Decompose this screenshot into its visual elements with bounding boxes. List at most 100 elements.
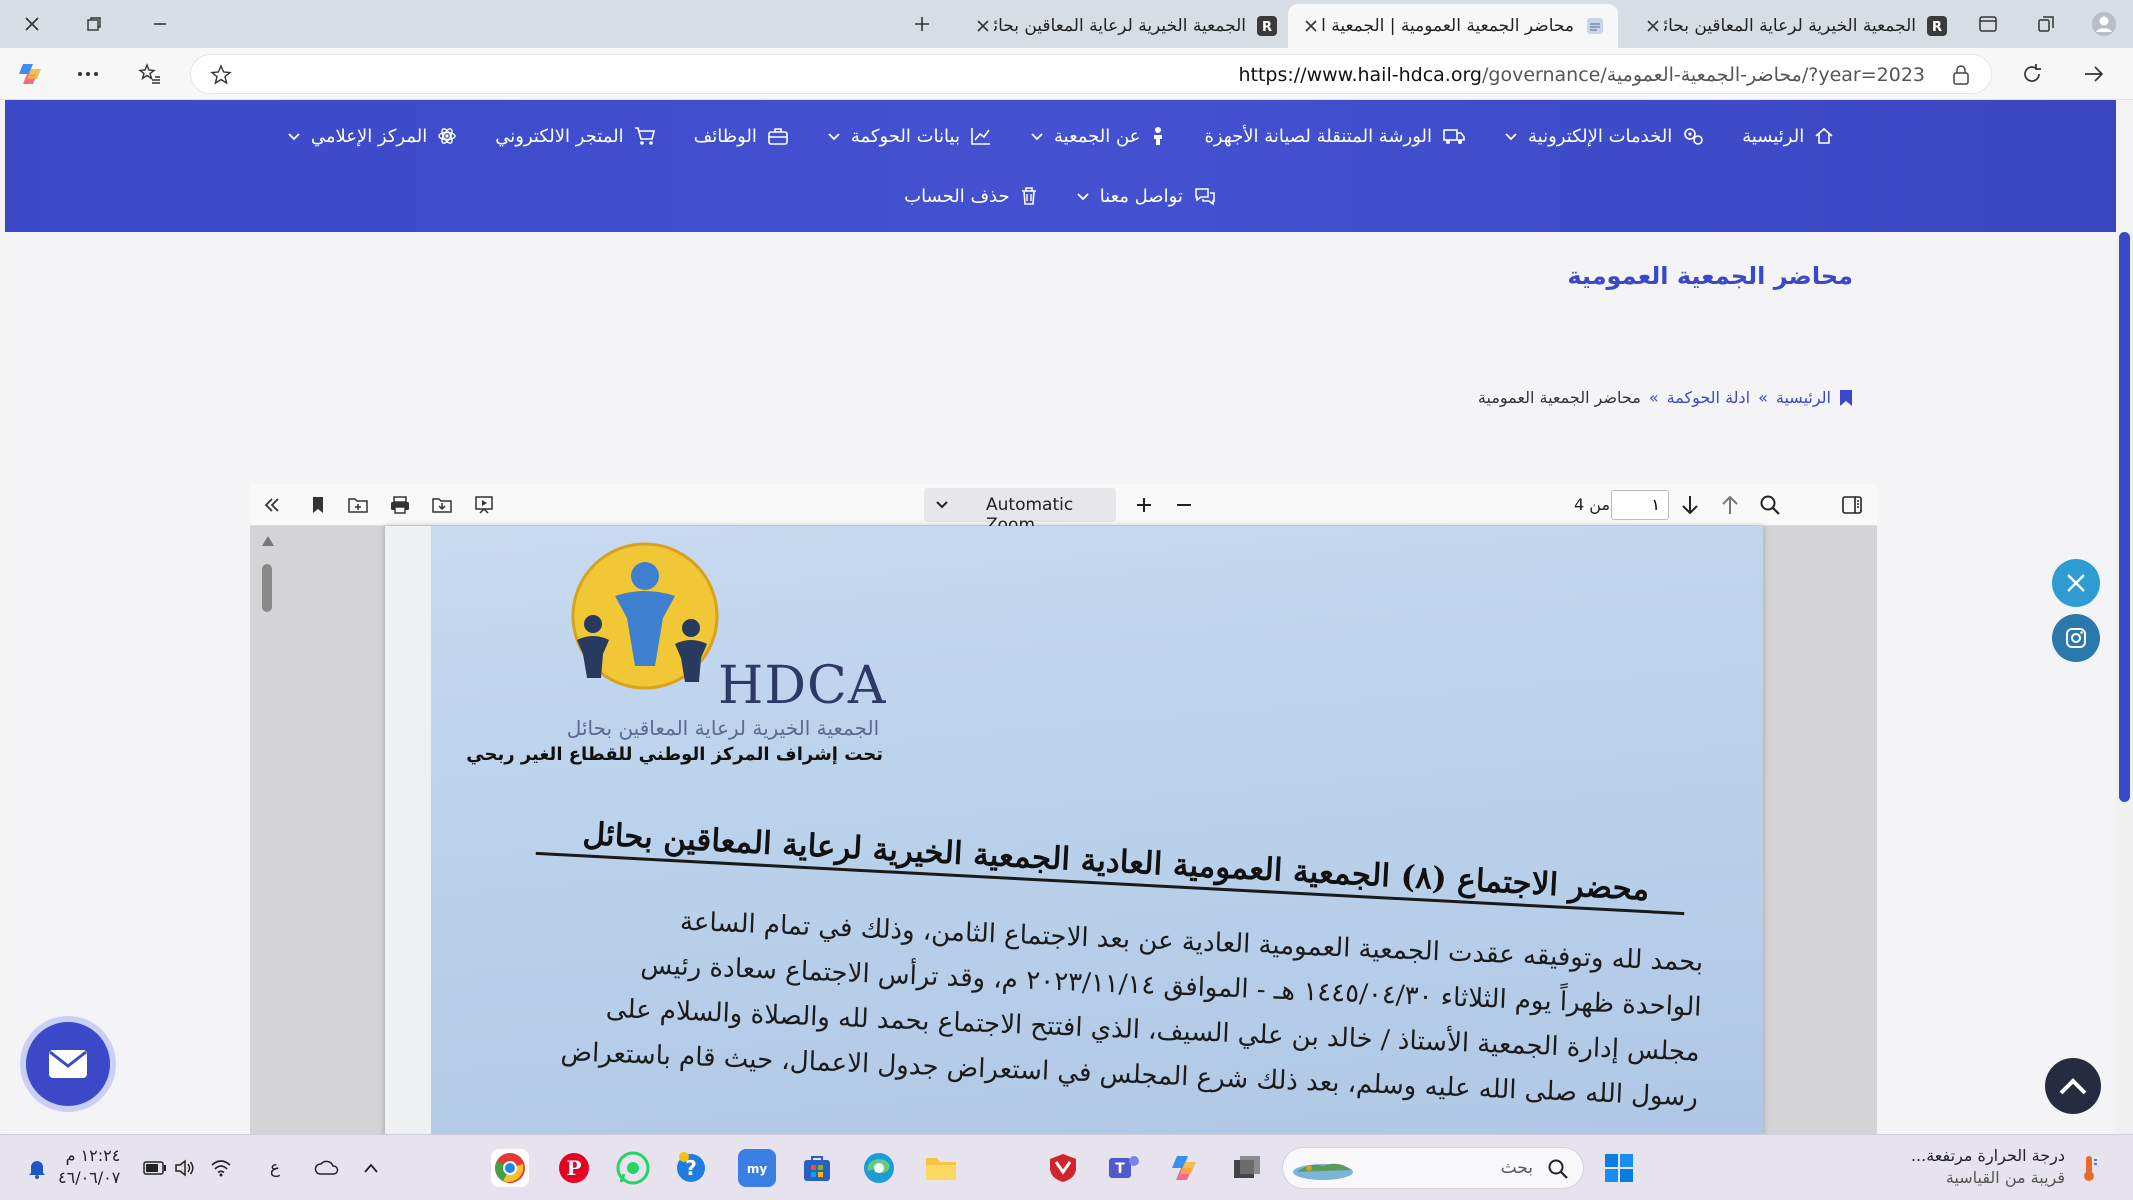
- nav-label: عن الجمعية: [1053, 125, 1141, 147]
- pdf-zoom-select[interactable]: Automatic Zoom: [924, 488, 1116, 535]
- forward-arrow-icon[interactable]: [2076, 56, 2112, 92]
- nav-item-media-center[interactable]: المركز الإعلامي: [287, 122, 457, 150]
- taskbar-search-box[interactable]: بحث: [1282, 1147, 1584, 1189]
- profile-avatar-icon[interactable]: [2086, 6, 2122, 42]
- page-scrollbar[interactable]: [2116, 232, 2133, 1134]
- window-minimize-icon[interactable]: [142, 6, 178, 42]
- twitter-x-button[interactable]: [2052, 559, 2100, 607]
- pdf-page-input[interactable]: [1611, 490, 1669, 520]
- briefcase-icon: [768, 128, 788, 145]
- input-language[interactable]: ع: [262, 1155, 288, 1181]
- nav-item-delete-account[interactable]: حذف الحساب: [904, 182, 1038, 210]
- nav-label: بيانات الحوكمة: [850, 125, 960, 147]
- taskbar-clock[interactable]: ١٢:٢٤ م ٤٦/٠٦/٠٧: [58, 1145, 120, 1189]
- battery-icon[interactable]: [142, 1155, 168, 1181]
- nav-item-about[interactable]: عن الجمعية: [1030, 122, 1166, 150]
- more-options-icon[interactable]: [70, 56, 106, 92]
- wifi-icon[interactable]: [208, 1155, 234, 1181]
- notification-bell-icon[interactable]: [24, 1155, 50, 1181]
- url-bar[interactable]: https://www.hail-hdca.org/governance/محا…: [190, 54, 1992, 94]
- contact-mail-button[interactable]: [20, 1016, 116, 1112]
- page-scroll-thumb[interactable]: [2119, 232, 2130, 802]
- pdf-previous-page-icon[interactable]: [1714, 490, 1746, 520]
- pdf-save-icon[interactable]: [426, 490, 458, 520]
- pdf-zoom-out-icon[interactable]: [1168, 490, 1200, 520]
- pdf-scrollbar[interactable]: [260, 536, 274, 1126]
- window-restore-icon[interactable]: [76, 6, 112, 42]
- tab-close-icon[interactable]: [1300, 15, 1322, 37]
- edge-app-icon[interactable]: [860, 1149, 898, 1187]
- nav-item-jobs[interactable]: الوظائف: [694, 122, 789, 150]
- browser-tab[interactable]: الجمعية الخيرية لرعاية المعاقين بحائل R: [1630, 4, 1960, 48]
- pdf-search-icon[interactable]: [1754, 490, 1786, 520]
- copilot-app-icon[interactable]: [1165, 1149, 1203, 1187]
- weather-title: درجة الحرارة مرتفعة...: [1910, 1146, 2065, 1165]
- pdf-tools-expand-icon[interactable]: [256, 490, 288, 520]
- site-favicon-icon: R: [1926, 15, 1948, 37]
- url-path: /governance/محاضر-الجمعية-العمومية/?year…: [1481, 64, 1925, 86]
- browser-address-bar: https://www.hail-hdca.org/governance/محا…: [0, 48, 2133, 100]
- mysql-app-icon[interactable]: my: [738, 1149, 776, 1187]
- doc-favicon-icon: [1584, 15, 1606, 37]
- back-to-top-button[interactable]: [2045, 1058, 2101, 1114]
- nav-label: المركز الإعلامي: [310, 125, 428, 147]
- nav-item-governance-data[interactable]: بيانات الحوكمة: [827, 122, 992, 150]
- pdf-scroll-thumb[interactable]: [262, 564, 272, 612]
- pdf-next-page-icon[interactable]: [1674, 490, 1706, 520]
- pdf-presentation-icon[interactable]: [468, 490, 500, 520]
- pdf-print-icon[interactable]: [384, 490, 416, 520]
- nav-item-e-store[interactable]: المتجر الالكتروني: [495, 122, 655, 150]
- favorites-icon[interactable]: [132, 56, 168, 92]
- pdf-zoom-in-icon[interactable]: [1128, 490, 1160, 520]
- window-close-icon[interactable]: [14, 6, 50, 42]
- file-explorer-app-icon[interactable]: [922, 1149, 960, 1187]
- pdf-bookmark-icon[interactable]: [302, 490, 334, 520]
- security-app-icon[interactable]: [1044, 1149, 1082, 1187]
- nav-label: الخدمات الإلكترونية: [1528, 125, 1673, 147]
- nav-label: الوظائف: [693, 125, 757, 147]
- onedrive-cloud-icon[interactable]: [314, 1155, 340, 1181]
- browser-tab-bar: الجمعية الخيرية لرعاية المعاقين بحائل R …: [0, 0, 2133, 48]
- help-app-icon[interactable]: ?: [672, 1149, 710, 1187]
- scroll-up-arrow-icon[interactable]: [262, 536, 274, 546]
- add-favorite-star-icon[interactable]: [203, 57, 239, 93]
- svg-text:my: my: [747, 1162, 768, 1176]
- lock-icon[interactable]: [1943, 57, 1979, 93]
- chevron-down-icon: [1505, 133, 1517, 141]
- bookmark-icon: [1840, 389, 1852, 406]
- nav-row-primary: الرئيسية الخدمات الإلكترونية الورشة المت…: [5, 122, 2116, 150]
- logo-supervision-text: تحت إشراف المركز الوطني للقطاع الغير ربح…: [466, 744, 883, 765]
- breadcrumb-section-link[interactable]: ادلة الحوكمة: [1667, 388, 1750, 407]
- browser-tab-active[interactable]: محاضر الجمعية العمومية | الجمعية الخيرية: [1288, 4, 1618, 48]
- instagram-button[interactable]: [2052, 614, 2100, 662]
- truck-icon: [1443, 129, 1465, 144]
- start-button[interactable]: [1600, 1149, 1638, 1187]
- cart-icon: [634, 127, 655, 145]
- pdf-open-file-icon[interactable]: [342, 490, 374, 520]
- refresh-icon[interactable]: [2014, 56, 2050, 92]
- url-text: https://www.hail-hdca.org/governance/محا…: [1238, 64, 1925, 86]
- whatsapp-app-icon[interactable]: [614, 1149, 652, 1187]
- volume-icon[interactable]: [172, 1155, 198, 1181]
- workspaces-icon[interactable]: [2028, 6, 2064, 42]
- pinterest-app-icon[interactable]: P: [555, 1149, 593, 1187]
- breadcrumb-home-link[interactable]: الرئيسية: [1776, 388, 1831, 407]
- nav-item-home[interactable]: الرئيسية: [1742, 122, 1834, 150]
- browser-tab[interactable]: الجمعية الخيرية لرعاية المعاقين بحائل R: [960, 4, 1290, 48]
- show-hidden-icons-chevron-icon[interactable]: [358, 1155, 384, 1181]
- copilot-icon[interactable]: [12, 56, 48, 92]
- teams-app-icon[interactable]: T: [1105, 1149, 1143, 1187]
- nav-item-e-services[interactable]: الخدمات الإلكترونية: [1504, 122, 1704, 150]
- task-view-app-icon[interactable]: [1228, 1149, 1266, 1187]
- pdf-sidebar-toggle-icon[interactable]: [1836, 490, 1868, 520]
- microsoft-store-app-icon[interactable]: [798, 1149, 836, 1187]
- nav-item-mobile-workshop[interactable]: الورشة المتنقلة لصيانة الأجهزة: [1204, 122, 1466, 150]
- taskbar-weather-widget[interactable]: درجة الحرارة مرتفعة... قريبة من القياسية: [1910, 1145, 2065, 1189]
- tab-actions-icon[interactable]: [1970, 6, 2006, 42]
- tab-close-icon[interactable]: [1642, 15, 1664, 37]
- new-tab-button[interactable]: [904, 6, 940, 42]
- tab-close-icon[interactable]: [972, 15, 994, 37]
- thermometer-icon[interactable]: [2076, 1155, 2102, 1181]
- nav-item-contact[interactable]: تواصل معنا: [1076, 182, 1217, 210]
- chrome-app-icon[interactable]: [491, 1149, 529, 1187]
